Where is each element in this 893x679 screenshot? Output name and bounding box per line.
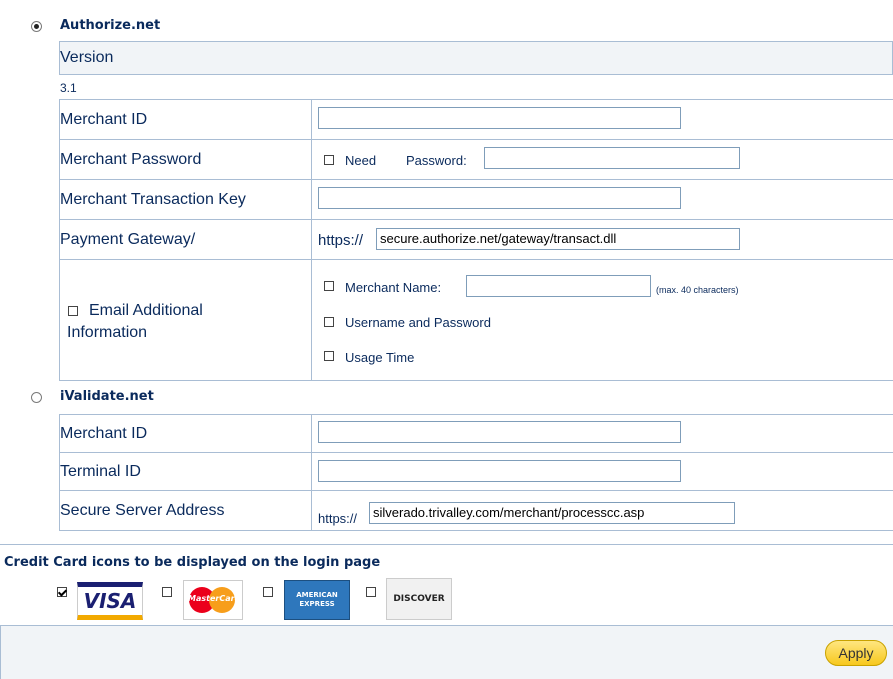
password-label: Password: — [406, 153, 467, 168]
ivalidate-radio[interactable] — [31, 392, 42, 403]
ivalidate-title: iValidate.net — [60, 389, 154, 404]
visa-logo: VISA — [77, 582, 143, 620]
visa-checkbox[interactable] — [57, 587, 67, 597]
usage-time-label: Usage Time — [345, 350, 415, 365]
version-label: Version — [59, 41, 893, 75]
visa-logo-text: VISA — [83, 589, 137, 613]
merchant-id-input[interactable] — [318, 107, 681, 129]
amex-logo: AMERICAN EXPRESS — [284, 580, 350, 620]
discover-logo-text: DISCOVER — [393, 594, 445, 604]
terminal-id-label: Terminal ID — [59, 452, 312, 491]
mastercard-logo-text: MasterCard — [188, 594, 241, 603]
server-address-input[interactable]: silverado.trivalley.com/merchant/process… — [369, 502, 735, 524]
email-info-label: Email Additional Information — [67, 302, 203, 341]
merchant-name-hint: (max. 40 characters) — [656, 285, 739, 295]
server-prefix: https:// — [318, 511, 358, 526]
ivalidate-merchant-id-input[interactable] — [318, 421, 681, 443]
transaction-key-label: Merchant Transaction Key — [59, 179, 312, 220]
merchant-id-label: Merchant ID — [59, 99, 312, 140]
usage-time-checkbox[interactable] — [324, 351, 334, 361]
password-input[interactable] — [484, 147, 740, 169]
credit-cards-heading: Credit Card icons to be displayed on the… — [4, 555, 381, 570]
authorize-radio[interactable] — [31, 21, 42, 32]
authorize-title: Authorize.net — [60, 18, 161, 33]
username-password-label: Username and Password — [345, 315, 491, 330]
discover-logo: DISCOVER — [386, 578, 452, 620]
gateway-input[interactable]: secure.authorize.net/gateway/transact.dl… — [376, 228, 740, 250]
gateway-label: Payment Gateway/ — [59, 219, 312, 260]
divider — [0, 544, 893, 545]
discover-checkbox[interactable] — [366, 587, 376, 597]
ivalidate-merchant-id-label: Merchant ID — [59, 414, 312, 453]
merchant-name-label: Merchant Name: — [345, 280, 442, 295]
need-password-checkbox[interactable] — [324, 155, 334, 165]
gateway-prefix: https:// — [318, 232, 364, 249]
amex-checkbox[interactable] — [263, 587, 273, 597]
terminal-id-input[interactable] — [318, 460, 681, 482]
merchant-password-label: Merchant Password — [59, 139, 312, 180]
apply-button[interactable]: Apply — [825, 640, 887, 666]
authorize-table: Version — [59, 41, 893, 75]
radio-selected-dot — [34, 24, 39, 29]
transaction-key-input[interactable] — [318, 187, 681, 209]
need-label: Need — [345, 153, 377, 168]
server-address-label: Secure Server Address — [59, 490, 312, 531]
mastercard-logo: MasterCard — [183, 580, 243, 620]
version-value: 3.1 — [60, 81, 77, 95]
mastercard-checkbox — [162, 587, 172, 597]
merchant-name-input[interactable] — [466, 275, 651, 297]
merchant-name-checkbox[interactable] — [324, 281, 334, 291]
username-password-checkbox[interactable] — [324, 317, 334, 327]
amex-logo-text: AMERICAN EXPRESS — [296, 591, 338, 608]
footer-panel — [0, 625, 893, 679]
